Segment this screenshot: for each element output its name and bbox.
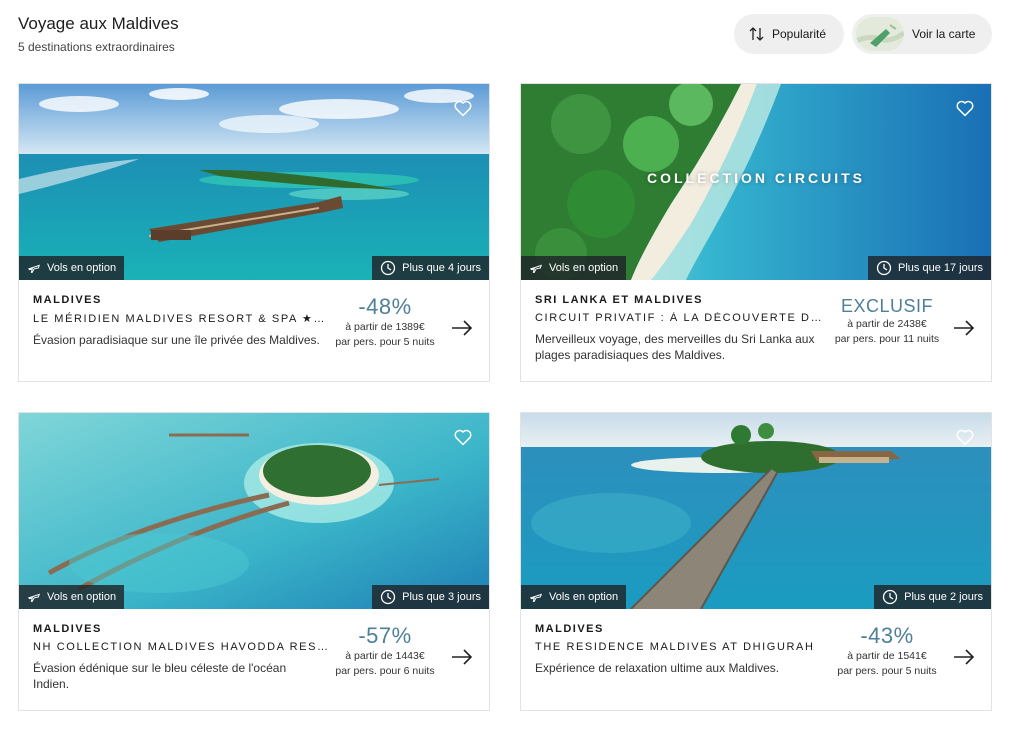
flight-tag: Vols en option bbox=[521, 256, 627, 280]
arrow-right-icon[interactable] bbox=[953, 320, 975, 336]
arrow-right-icon[interactable] bbox=[451, 320, 473, 336]
page-title: Voyage aux Maldives bbox=[18, 14, 179, 33]
offer-image bbox=[19, 84, 489, 280]
time-left-label: Plus que 2 jours bbox=[904, 591, 983, 603]
time-left-label: Plus que 4 jours bbox=[402, 262, 481, 274]
offer-hotel: THE RESIDENCE MALDIVES AT DHIGURAH bbox=[535, 641, 815, 653]
offer-info: MALDIVES LE MÉRIDIEN MALDIVES RESORT & S… bbox=[33, 294, 333, 348]
discount-badge: -43% bbox=[860, 623, 914, 648]
offer-hotel: LE MÉRIDIEN MALDIVES RESORT & SPA ★★★★★ bbox=[33, 313, 329, 325]
page-subtitle: 5 destinations extraordinaires bbox=[18, 40, 175, 54]
offer-country: SRI LANKA ET MALDIVES bbox=[535, 294, 703, 306]
price-from: à partir de 2438€ bbox=[847, 318, 927, 330]
price-from: à partir de 1389€ bbox=[345, 321, 425, 333]
time-left-label: Plus que 3 jours bbox=[402, 591, 481, 603]
offer-hotel: NH COLLECTION MALDIVES HAVODDA RESORT bbox=[33, 641, 329, 653]
time-left-tag: Plus que 17 jours bbox=[868, 256, 991, 280]
price-per: par pers. pour 5 nuits bbox=[335, 336, 435, 348]
favorite-heart-icon[interactable] bbox=[453, 427, 473, 447]
flight-tag-label: Vols en option bbox=[549, 591, 619, 603]
offer-country: MALDIVES bbox=[535, 623, 604, 635]
arrow-right-icon[interactable] bbox=[451, 649, 473, 665]
map-thumbnail bbox=[856, 17, 904, 51]
time-left-tag: Plus que 2 jours bbox=[874, 585, 991, 609]
flight-tag-label: Vols en option bbox=[47, 262, 117, 274]
offer-card[interactable]: Vols en option Plus que 3 jours MALDIVES… bbox=[18, 412, 490, 711]
favorite-heart-icon[interactable] bbox=[453, 98, 473, 118]
arrow-right-icon[interactable] bbox=[953, 649, 975, 665]
clock-icon bbox=[380, 260, 396, 276]
offer-info: MALDIVES THE RESIDENCE MALDIVES AT DHIGU… bbox=[535, 623, 835, 676]
sort-label: Popularité bbox=[772, 27, 827, 41]
time-left-tag: Plus que 3 jours bbox=[372, 585, 489, 609]
offer-card[interactable]: Vols en option Plus que 2 jours MALDIVES… bbox=[520, 412, 992, 711]
clock-icon bbox=[380, 589, 396, 605]
offer-price: EXCLUSIF à partir de 2438€ par pers. pou… bbox=[831, 294, 943, 347]
offer-description: Merveilleux voyage, des merveilles du Sr… bbox=[535, 332, 815, 362]
favorite-heart-icon[interactable] bbox=[955, 427, 975, 447]
plane-icon bbox=[27, 593, 41, 602]
page-header: Voyage aux Maldives 5 destinations extra… bbox=[18, 14, 179, 54]
offer-image bbox=[19, 413, 489, 609]
favorite-heart-icon[interactable] bbox=[955, 98, 975, 118]
flight-tag: Vols en option bbox=[521, 585, 627, 609]
flight-tag: Vols en option bbox=[19, 585, 125, 609]
price-per: par pers. pour 11 nuits bbox=[834, 333, 940, 345]
offer-price: -48% à partir de 1389€ par pers. pour 5 … bbox=[329, 294, 441, 350]
plane-icon bbox=[529, 264, 543, 273]
clock-icon bbox=[876, 260, 892, 276]
discount-badge: -48% bbox=[358, 294, 412, 319]
discount-badge: -57% bbox=[358, 623, 412, 648]
offer-country: MALDIVES bbox=[33, 623, 102, 635]
sort-button[interactable]: Popularité bbox=[734, 14, 844, 54]
offer-description: Évasion paradisiaque sur une île privée … bbox=[33, 333, 320, 347]
time-left-tag: Plus que 4 jours bbox=[372, 256, 489, 280]
offer-price: -43% à partir de 1541€ par pers. pour 5 … bbox=[831, 623, 943, 679]
collection-overlay: COLLECTION CIRCUITS bbox=[647, 170, 865, 186]
offer-description: Évasion édénique sur le bleu céleste de … bbox=[33, 661, 287, 691]
view-map-button[interactable]: Voir la carte bbox=[852, 14, 992, 54]
flight-tag: Vols en option bbox=[19, 256, 125, 280]
flight-tag-label: Vols en option bbox=[549, 262, 619, 274]
offer-image: COLLECTION CIRCUITS bbox=[521, 84, 991, 280]
clock-icon bbox=[882, 589, 898, 605]
plane-icon bbox=[529, 593, 543, 602]
exclusive-badge: EXCLUSIF bbox=[840, 296, 934, 316]
price-from: à partir de 1541€ bbox=[847, 650, 927, 662]
offer-hotel: CIRCUIT PRIVATIF : À LA DÉCOUVERTE DU SR… bbox=[535, 312, 831, 324]
offer-info: MALDIVES NH COLLECTION MALDIVES HAVODDA … bbox=[33, 623, 333, 692]
plane-icon bbox=[27, 264, 41, 273]
offer-price: -57% à partir de 1443€ par pers. pour 6 … bbox=[329, 623, 441, 679]
price-per: par pers. pour 6 nuits bbox=[335, 665, 435, 677]
map-label: Voir la carte bbox=[912, 27, 976, 41]
offer-card[interactable]: COLLECTION CIRCUITS Vols en option Plus … bbox=[520, 83, 992, 382]
offer-country: MALDIVES bbox=[33, 294, 102, 306]
sort-arrows-icon bbox=[749, 27, 764, 41]
price-from: à partir de 1443€ bbox=[345, 650, 425, 662]
flight-tag-label: Vols en option bbox=[47, 591, 117, 603]
offer-description: Expérience de relaxation ultime aux Mald… bbox=[535, 661, 780, 675]
offer-card[interactable]: Vols en option Plus que 4 jours MALDIVES… bbox=[18, 83, 490, 382]
time-left-label: Plus que 17 jours bbox=[898, 262, 983, 274]
price-per: par pers. pour 5 nuits bbox=[837, 665, 937, 677]
offer-image bbox=[521, 413, 991, 609]
offer-info: SRI LANKA ET MALDIVES CIRCUIT PRIVATIF :… bbox=[535, 294, 835, 363]
